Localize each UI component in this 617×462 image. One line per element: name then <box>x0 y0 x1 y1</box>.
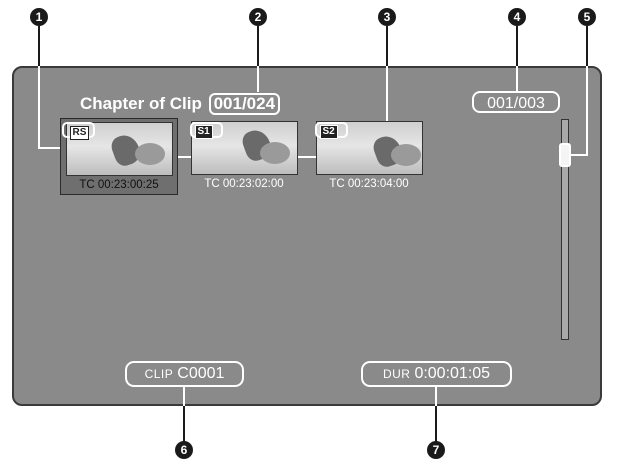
thumbnail-image: S2 <box>315 121 423 175</box>
thumbnail-screen <box>12 66 602 406</box>
thumbnail-tag: RS <box>69 126 90 140</box>
leader-5 <box>586 26 588 66</box>
thumbnail-image: RS <box>65 122 173 176</box>
leader-7-inner <box>435 387 437 406</box>
dur-value: 0:00:01:05 <box>414 365 491 382</box>
callout-5: 5 <box>578 8 596 26</box>
leader-3 <box>386 26 388 66</box>
thumbnail-rs[interactable]: RS TC 00:23:00:25 <box>60 118 178 195</box>
dur-label: DUR <box>382 367 411 381</box>
image-shape <box>134 143 165 165</box>
callout-3: 3 <box>378 8 396 26</box>
clip-name-display: CLIP C0001 <box>125 361 244 387</box>
page-counter: 001/003 <box>472 91 560 113</box>
callout-7: 7 <box>427 441 445 459</box>
title-text: Chapter of Clip <box>80 94 202 113</box>
thumbnail-s1[interactable]: S1 TC 00:23:02:00 <box>186 118 302 193</box>
leader-7 <box>435 406 437 444</box>
page-title: Chapter of Clip 001/024 <box>80 93 281 115</box>
duration-display: DUR 0:00:01:05 <box>361 361 512 387</box>
scrollbar-thumb[interactable] <box>559 143 571 167</box>
clip-value: C0001 <box>177 365 225 382</box>
leader-5-horizontal <box>571 154 588 156</box>
clip-label: CLIP <box>144 367 174 381</box>
leader-6-inner <box>183 387 185 406</box>
callout-1: 1 <box>30 8 48 26</box>
thumbnail-timecode: TC 00:23:02:00 <box>204 178 284 190</box>
leader-4-inner <box>516 66 518 91</box>
callout-6: 6 <box>175 441 193 459</box>
thumbnail-tag: S1 <box>194 125 213 139</box>
leader-1 <box>38 26 40 66</box>
leader-4 <box>516 26 518 66</box>
figure: 1 2 3 4 5 Chapter of Clip 001/024 001/00… <box>0 0 617 462</box>
callout-4: 4 <box>508 8 526 26</box>
callout-2: 2 <box>249 8 267 26</box>
thumbnail-tag: S2 <box>319 125 338 139</box>
leader-2-inner <box>257 66 259 92</box>
image-shape <box>390 144 421 166</box>
thumbnail-image: S1 <box>190 121 298 175</box>
thumbnail-timecode: TC 00:23:04:00 <box>329 178 409 190</box>
leader-6 <box>183 406 185 444</box>
image-shape <box>259 142 290 164</box>
thumbnail-timecode: TC 00:23:00:25 <box>79 179 159 191</box>
clip-count: 001/024 <box>208 93 281 115</box>
thumbnail-s2[interactable]: S2 TC 00:23:04:00 <box>311 118 427 193</box>
leader-5-inner <box>586 66 588 156</box>
leader-2 <box>257 26 259 66</box>
leader-1-inner <box>38 66 40 148</box>
